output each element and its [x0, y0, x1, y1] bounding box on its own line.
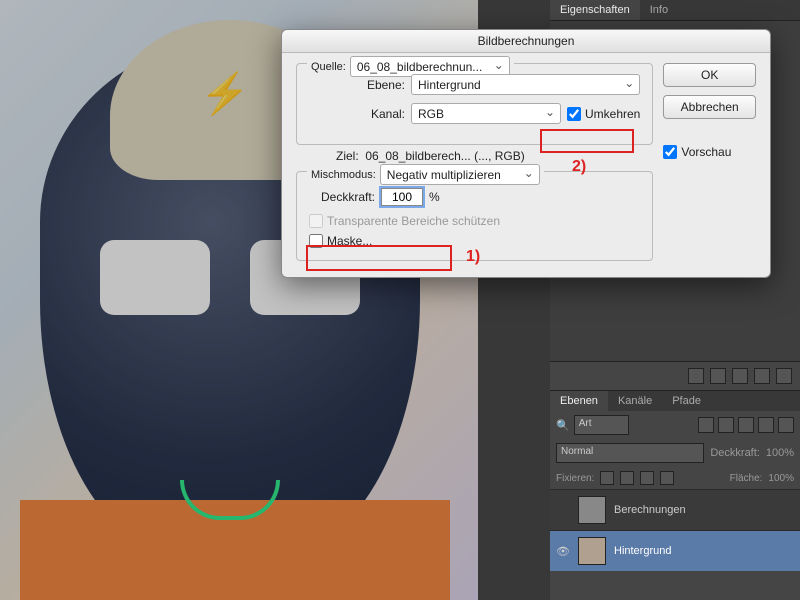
properties-tabs: Eigenschaften Info: [550, 0, 800, 21]
layer-thumbnail: [578, 496, 606, 524]
blend-mode-select[interactable]: Normal: [556, 443, 704, 463]
layer-item[interactable]: Berechnungen: [550, 489, 800, 530]
bildberechnungen-dialog: Bildberechnungen Quelle: 06_08_bildberec…: [281, 29, 771, 278]
ziel-label: Ziel:: [336, 149, 359, 163]
tab-kanaele[interactable]: Kanäle: [608, 391, 662, 411]
search-icon: 🔍: [556, 419, 570, 432]
opacity-value[interactable]: 100%: [766, 447, 794, 459]
maske-label: Maske...: [327, 234, 372, 248]
layer-filter-select[interactable]: Art: [574, 415, 629, 435]
transparente-checkbox: [309, 214, 323, 228]
filter-shape-icon[interactable]: [758, 417, 774, 433]
transparente-label: Transparente Bereiche schützen: [327, 214, 500, 228]
layer-name: Hintergrund: [614, 545, 671, 557]
filter-type-icon[interactable]: [738, 417, 754, 433]
tab-info[interactable]: Info: [640, 0, 678, 20]
lock-label: Fixieren:: [556, 473, 594, 484]
vorschau-label: Vorschau: [681, 145, 731, 159]
umkehren-label: Umkehren: [585, 107, 640, 121]
quelle-value: 06_08_bildberechnun...: [357, 60, 482, 74]
visibility-toggle[interactable]: 👁: [556, 545, 570, 558]
layer-thumbnail: [578, 537, 606, 565]
layers-tabs: Ebenen Kanäle Pfade: [550, 391, 800, 411]
umkehren-input[interactable]: [567, 107, 581, 121]
vorschau-input[interactable]: [663, 145, 677, 159]
adjustment-icon[interactable]: [754, 368, 770, 384]
lightning-icon: ⚡: [200, 70, 250, 117]
ebene-select[interactable]: Hintergrund: [411, 74, 640, 95]
dialog-title: Bildberechnungen: [282, 30, 770, 53]
kanal-value: RGB: [418, 107, 444, 121]
kanal-select[interactable]: RGB: [411, 103, 561, 124]
adjustment-icon[interactable]: [732, 368, 748, 384]
filter-adjust-icon[interactable]: [718, 417, 734, 433]
vorschau-checkbox[interactable]: Vorschau: [663, 145, 756, 159]
tab-ebenen[interactable]: Ebenen: [550, 391, 608, 411]
adjustment-icon[interactable]: [688, 368, 704, 384]
cancel-button[interactable]: Abbrechen: [663, 95, 756, 119]
adjustment-icon[interactable]: [710, 368, 726, 384]
ziel-value: 06_08_bildberech... (..., RGB): [365, 149, 524, 163]
lock-transparency-icon[interactable]: [600, 471, 614, 485]
fill-value[interactable]: 100%: [768, 473, 794, 484]
ebene-value: Hintergrund: [418, 78, 481, 92]
tab-eigenschaften[interactable]: Eigenschaften: [550, 0, 640, 20]
deckkraft-unit: %: [429, 190, 440, 204]
adjustment-icon[interactable]: [776, 368, 792, 384]
kanal-label: Kanal:: [309, 107, 405, 121]
layer-name: Berechnungen: [614, 504, 686, 516]
ebene-label: Ebene:: [309, 78, 405, 92]
filter-smart-icon[interactable]: [778, 417, 794, 433]
lock-pixels-icon[interactable]: [620, 471, 634, 485]
lock-position-icon[interactable]: [640, 471, 654, 485]
mischmodus-value: Negativ multiplizieren: [387, 168, 501, 182]
panel-icon-row: [550, 361, 800, 390]
ok-button[interactable]: OK: [663, 63, 756, 87]
layers-panel: Ebenen Kanäle Pfade 🔍 Art Normal Deckkra…: [550, 390, 800, 571]
fill-label: Fläche:: [730, 473, 763, 484]
lock-all-icon[interactable]: [660, 471, 674, 485]
deckkraft-input[interactable]: [381, 188, 423, 206]
quelle-label: Quelle:: [311, 61, 346, 73]
opacity-label: Deckkraft:: [710, 447, 760, 459]
maske-checkbox[interactable]: [309, 234, 323, 248]
layer-item[interactable]: 👁 Hintergrund: [550, 530, 800, 571]
mischmodus-label: Mischmodus:: [311, 169, 376, 181]
deckkraft-label: Deckkraft:: [309, 190, 375, 204]
umkehren-checkbox[interactable]: Umkehren: [567, 107, 640, 121]
mischmodus-select[interactable]: Negativ multiplizieren: [380, 164, 540, 185]
filter-image-icon[interactable]: [698, 417, 714, 433]
tab-pfade[interactable]: Pfade: [662, 391, 711, 411]
